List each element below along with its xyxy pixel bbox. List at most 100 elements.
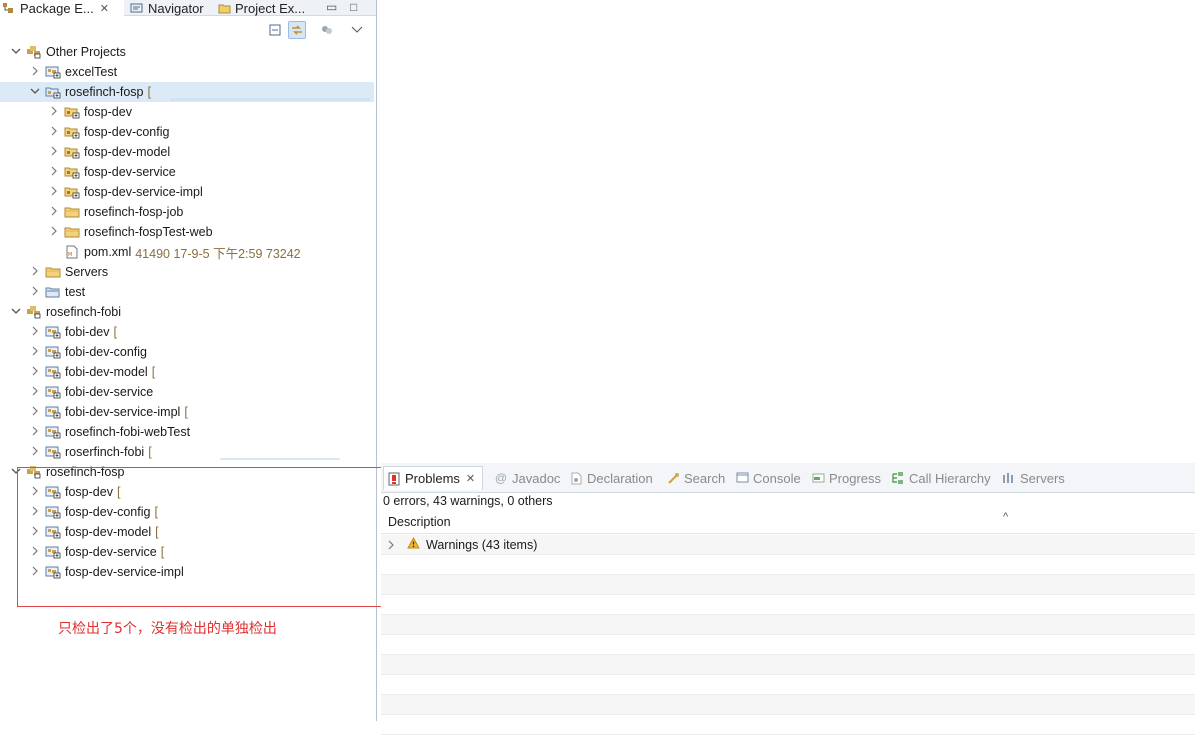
view-toolbar (266, 21, 374, 41)
tab-navigator[interactable]: Navigator (128, 0, 214, 16)
tree-item[interactable]: fobi-dev[ (0, 322, 374, 342)
tab-declaration[interactable]: Declaration (566, 466, 660, 490)
tree-item[interactable]: rosefinch-fosp-job (0, 202, 374, 222)
chevron-right-icon[interactable] (29, 266, 41, 279)
chevron-right-icon[interactable] (48, 146, 60, 159)
chevron-right-icon[interactable] (48, 186, 60, 199)
tab-servers[interactable]: Servers (999, 466, 1067, 490)
project-explorer-icon (216, 2, 232, 14)
maximize-icon[interactable]: □ (350, 0, 357, 16)
tab-label: Search (684, 470, 726, 486)
problems-summary: 0 errors, 43 warnings, 0 others (383, 494, 553, 508)
tree-item-label: rosefinch-fospTest-web (84, 225, 213, 239)
tree-item-label: pom.xml (84, 245, 132, 259)
tree-item-label: fobi-dev-service (65, 385, 154, 399)
tree-item[interactable]: Other Projects (0, 42, 374, 62)
collapse-all-icon[interactable] (266, 21, 284, 39)
minimize-icon[interactable]: ▭ (326, 0, 337, 16)
module-folder-icon (64, 165, 80, 179)
close-icon[interactable]: ✕ (100, 2, 109, 15)
tree-item[interactable]: Servers (0, 262, 374, 282)
empty-row (381, 595, 1195, 615)
chevron-down-icon[interactable] (29, 86, 41, 98)
problems-row[interactable]: Warnings (43 items) (381, 535, 1195, 555)
tree-item[interactable]: fosp-dev-service (0, 162, 374, 182)
tree-item[interactable]: fobi-dev-service (0, 382, 374, 402)
redaction-smear (170, 98, 370, 101)
tree-item-label: fosp-dev-model (84, 145, 171, 159)
tab-problems[interactable]: Problems ✕ (383, 466, 483, 490)
view-menu-icon[interactable] (348, 21, 366, 39)
tree-item[interactable]: excelTest (0, 62, 374, 82)
tab-label: Problems (405, 471, 460, 486)
tree-item-label: fosp-dev-service (84, 165, 176, 179)
tree-item[interactable]: rosefinch-fobi (0, 302, 374, 322)
chevron-right-icon[interactable] (29, 386, 41, 399)
tab-call-hierarchy[interactable]: Call Hierarchy (888, 466, 996, 490)
chevron-right-icon[interactable] (48, 106, 60, 119)
tree-item[interactable]: fosp-dev-config (0, 122, 374, 142)
maven-project-icon (45, 345, 61, 359)
tree-item[interactable]: fobi-dev-model[ (0, 362, 374, 382)
tree-item[interactable]: fosp-dev-service-impl (0, 182, 374, 202)
chevron-right-icon[interactable] (29, 426, 41, 439)
tree-item[interactable]: fosp-dev-model (0, 142, 374, 162)
tree-item-label: fobi-dev-model (65, 365, 148, 379)
chevron-right-icon[interactable] (48, 126, 60, 139)
tree-item[interactable]: fobi-dev-config (0, 342, 374, 362)
tree-item[interactable]: test (0, 282, 374, 302)
project-icon (45, 285, 61, 299)
chevron-right-icon[interactable] (48, 206, 60, 219)
tree-item-label: Other Projects (46, 45, 126, 59)
chevron-down-icon[interactable] (10, 46, 22, 58)
chevron-right-icon[interactable] (29, 366, 41, 379)
chevron-right-icon[interactable] (48, 226, 60, 239)
tab-package-explorer[interactable]: Package E... ✕ (0, 0, 124, 16)
at-icon: @ (494, 471, 508, 485)
chevron-right-icon[interactable] (29, 66, 41, 79)
column-header-description[interactable]: Description (381, 510, 1195, 534)
tab-label: Navigator (148, 0, 204, 16)
working-set-icon (26, 305, 42, 319)
chevron-right-icon[interactable] (381, 540, 401, 550)
tree-item-label: rosefinch-fobi (46, 305, 122, 319)
tab-console[interactable]: Console (732, 466, 806, 490)
maven-project-icon (45, 365, 61, 379)
tree-item-label: rosefinch-fosp-job (84, 205, 184, 219)
chevron-down-icon[interactable] (10, 306, 22, 318)
tab-search[interactable]: Search (663, 466, 729, 490)
tree-item[interactable]: fosp-dev (0, 102, 374, 122)
tab-label: Call Hierarchy (909, 470, 991, 486)
tree-item-label: Servers (65, 265, 109, 279)
module-folder-icon (64, 125, 80, 139)
tab-progress[interactable]: Progress (808, 466, 886, 490)
tree-item[interactable]: rosefinch-fobi-webTest (0, 422, 374, 442)
chevron-right-icon[interactable] (29, 286, 41, 299)
tree-item[interactable]: fobi-dev-service-impl[ (0, 402, 374, 422)
empty-row (381, 635, 1195, 655)
xml-file-icon: M (64, 245, 80, 259)
close-icon[interactable]: ✕ (466, 472, 475, 485)
package-explorer-icon (0, 2, 16, 14)
tree-item-label: rosefinch-fobi-webTest (65, 425, 191, 439)
tree-item-label: fobi-dev-service-impl (65, 405, 181, 419)
tree-item[interactable]: Mpom.xml 41490 17-9-5 下午2:59 73242 (0, 242, 374, 262)
maven-project-icon (45, 385, 61, 399)
filter-icon[interactable] (318, 21, 336, 39)
tree-item-decoration: [ (113, 325, 117, 339)
problems-view: Problems ✕ @ Javadoc Declaration Search Consol… (381, 463, 1195, 735)
tab-project-explorer[interactable]: Project Ex... (216, 0, 308, 16)
link-with-editor-icon[interactable] (288, 21, 306, 39)
warning-icon (407, 536, 420, 552)
chevron-right-icon[interactable] (29, 326, 41, 339)
chevron-right-icon[interactable] (29, 406, 41, 419)
redaction-smear (220, 458, 340, 460)
chevron-right-icon[interactable] (29, 346, 41, 359)
sort-indicator-icon: ^ (1003, 511, 1009, 523)
chevron-right-icon[interactable] (29, 446, 41, 459)
tab-javadoc[interactable]: @ Javadoc (491, 466, 563, 490)
tree-item[interactable]: rosefinch-fospTest-web (0, 222, 374, 242)
chevron-right-icon[interactable] (48, 166, 60, 179)
tree-item-label: fosp-dev-config (84, 125, 170, 139)
tree-item-label: fobi-dev-config (65, 345, 147, 359)
